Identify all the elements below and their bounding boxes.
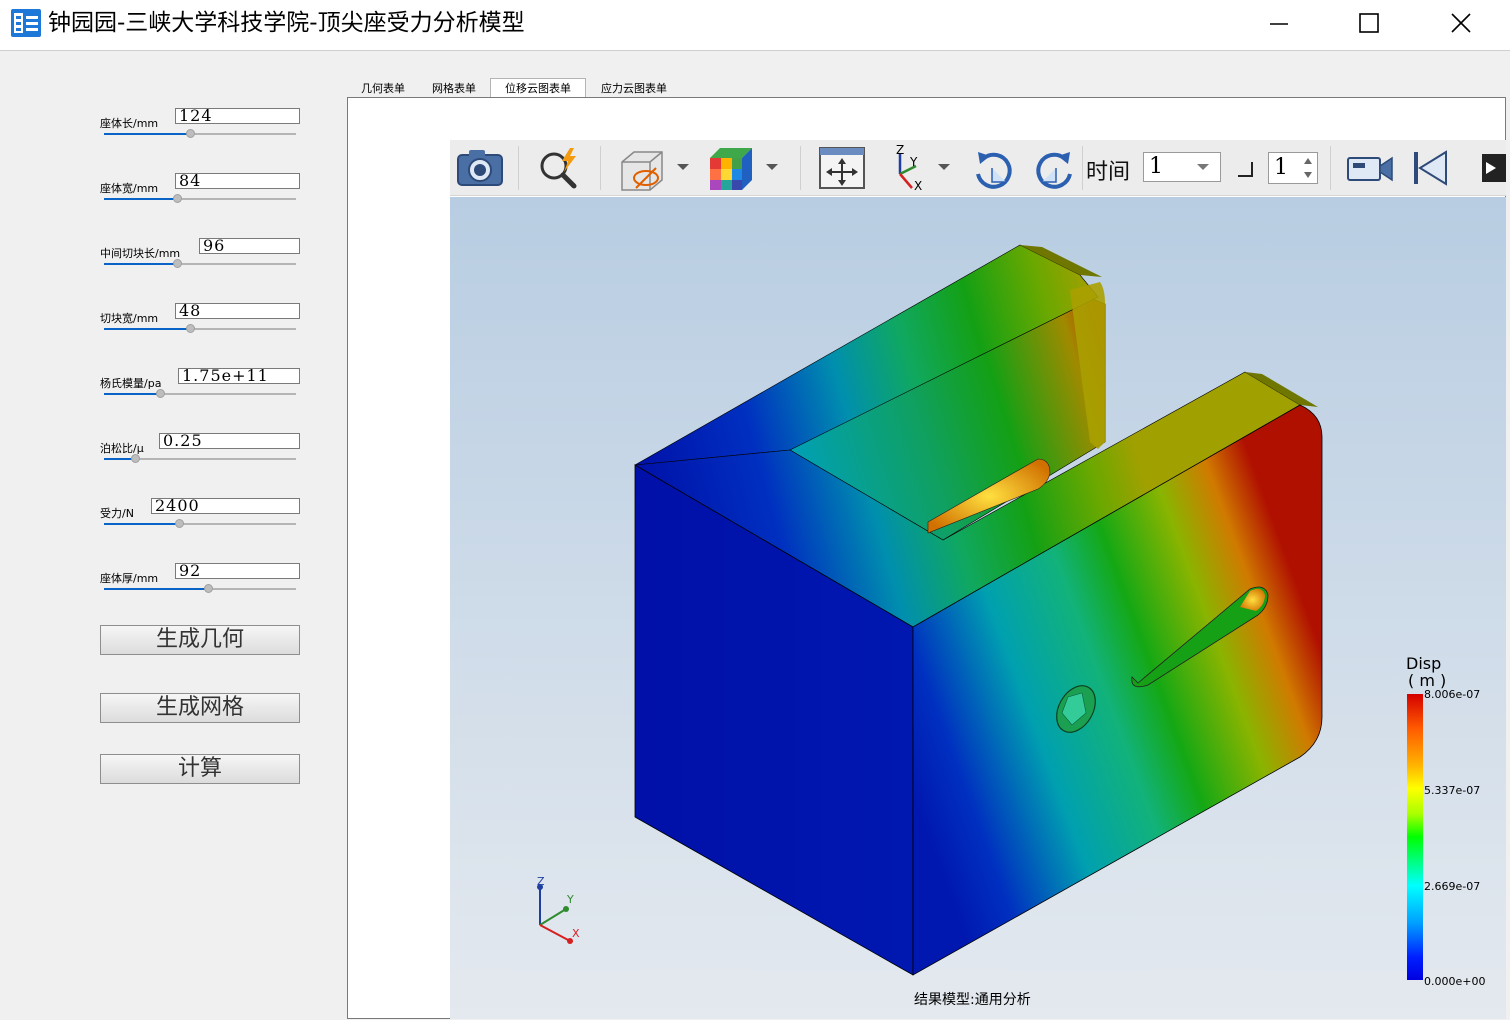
axes-icon[interactable]: Z Y X: [882, 144, 934, 192]
legend-color-bar: [1407, 694, 1423, 980]
axes-dropdown-arrow[interactable]: [938, 164, 950, 170]
seat-width-slider[interactable]: [104, 194, 296, 204]
maximize-button[interactable]: [1324, 0, 1414, 46]
minimize-icon: [1270, 23, 1288, 25]
step-value: 1: [1274, 155, 1288, 180]
force-slider[interactable]: [104, 519, 296, 529]
param-middle-cut-length: 中间切块长/mm 96: [98, 238, 302, 278]
param-youngs-modulus: 杨氏模量/pa 1.75e+11: [98, 368, 302, 408]
viewer-toolbar: Z Y X 时间 1 1: [450, 140, 1506, 196]
param-cut-width: 切块宽/mm 48: [98, 303, 302, 343]
camera-icon[interactable]: [454, 144, 506, 192]
force-input[interactable]: 2400: [151, 498, 300, 514]
fit-view-icon[interactable]: [816, 144, 868, 192]
param-force: 受力/N 2400: [98, 498, 302, 538]
middle-cut-length-input[interactable]: 96: [199, 238, 300, 254]
tab-displacement[interactable]: 位移云图表单: [490, 78, 586, 98]
seat-length-slider[interactable]: [104, 129, 296, 139]
quick-zoom-icon[interactable]: [532, 144, 586, 192]
render-viewport[interactable]: Z Y X Disp ( m ) 8.006e-07 5.337e-07 2.6…: [450, 197, 1506, 1019]
video-camera-icon[interactable]: [1344, 144, 1396, 192]
slider-thumb[interactable]: [172, 259, 182, 268]
close-icon: [1451, 13, 1471, 33]
legend-tick: 5.337e-07: [1424, 784, 1481, 797]
param-poisson-ratio: 泊松比/μ 0.25: [98, 433, 302, 473]
legend-unit: ( m ): [1408, 671, 1447, 690]
maximize-icon: [1359, 13, 1379, 33]
svg-text:X: X: [914, 179, 922, 192]
compute-button[interactable]: 计算: [100, 754, 300, 784]
result-model-caption: 结果模型:通用分析: [914, 992, 1031, 1008]
next-icon[interactable]: [1476, 144, 1506, 192]
toolbar-separator: [518, 146, 519, 190]
spin-arrows-icon[interactable]: [1303, 156, 1313, 180]
app-icon: [11, 9, 41, 37]
svg-text:Z: Z: [896, 144, 904, 157]
close-button[interactable]: [1416, 0, 1506, 46]
param-seat-width: 座体宽/mm 84: [98, 173, 302, 213]
seat-length-input[interactable]: 124: [175, 108, 300, 124]
color-dropdown-arrow[interactable]: [766, 164, 778, 170]
slider-thumb[interactable]: [174, 519, 184, 528]
legend-tick: 2.669e-07: [1424, 880, 1481, 893]
slider-thumb[interactable]: [186, 129, 196, 138]
time-select[interactable]: 1: [1143, 152, 1221, 182]
triad-x-label: X: [572, 927, 580, 940]
tab-mesh[interactable]: 网格表单: [423, 81, 485, 98]
triad-z-label: Z: [537, 875, 545, 888]
displacement-tab-panel: Z Y X 时间 1 1 Z Y X Disp (m) 8.006e-07 …: [347, 97, 1506, 1019]
seat-thickness-input[interactable]: 92: [175, 563, 300, 579]
legend-title: Disp: [1406, 654, 1442, 673]
time-label: 时间: [1086, 160, 1131, 185]
svg-text:Y: Y: [909, 155, 918, 169]
window-title: 钟园园-三峡大学科技学院-顶尖座受力分析模型: [48, 10, 525, 36]
param-seat-length: 座体长/mm 124: [98, 108, 302, 148]
tab-stress[interactable]: 应力云图表单: [592, 81, 676, 98]
slider-thumb[interactable]: [155, 389, 165, 398]
fea-model-render: Z Y X: [450, 197, 1506, 1019]
step-corner-icon: [1238, 162, 1253, 177]
seat-width-input[interactable]: 84: [175, 173, 300, 189]
poisson-ratio-slider[interactable]: [104, 454, 296, 464]
rotate-cw-icon[interactable]: [968, 144, 1018, 192]
toolbar-separator: [1082, 146, 1083, 190]
toolbar-separator: [800, 146, 801, 190]
title-bar: 钟园园-三峡大学科技学院-顶尖座受力分析模型: [0, 0, 1510, 46]
param-seat-thickness: 座体厚/mm 92: [98, 563, 302, 603]
rotate-ccw-icon[interactable]: [1030, 144, 1080, 192]
slider-thumb[interactable]: [130, 454, 140, 463]
slider-thumb[interactable]: [186, 324, 196, 333]
toolbar-separator: [1330, 146, 1331, 190]
cut-width-slider[interactable]: [104, 324, 296, 334]
legend-tick: 8.006e-07: [1424, 688, 1481, 701]
seat-thickness-slider[interactable]: [104, 584, 296, 594]
poisson-ratio-input[interactable]: 0.25: [159, 433, 300, 449]
tab-geometry[interactable]: 几何表单: [352, 81, 414, 98]
youngs-modulus-slider[interactable]: [104, 389, 296, 399]
first-frame-icon[interactable]: [1408, 144, 1452, 192]
triad-y-label: Y: [566, 893, 574, 906]
visibility-dropdown-arrow[interactable]: [677, 164, 689, 170]
slider-thumb[interactable]: [203, 584, 213, 593]
color-cube-icon[interactable]: [704, 144, 756, 192]
slider-thumb[interactable]: [172, 194, 182, 203]
toolbar-separator: [600, 146, 601, 190]
generate-mesh-button[interactable]: 生成网格: [100, 693, 300, 723]
visibility-box-icon[interactable]: [616, 144, 672, 192]
time-select-arrow[interactable]: [1197, 164, 1209, 170]
minimize-button[interactable]: [1234, 0, 1324, 46]
cut-width-input[interactable]: 48: [175, 303, 300, 319]
client-area: 座体长/mm 124 座体宽/mm 84 中间切块长/mm 96 切块宽/mm …: [0, 50, 1510, 1020]
step-spinbox[interactable]: 1: [1268, 152, 1318, 184]
legend-tick: 0.000e+00: [1424, 975, 1486, 988]
middle-cut-length-slider[interactable]: [104, 259, 296, 269]
youngs-modulus-input[interactable]: 1.75e+11: [178, 368, 300, 384]
generate-geometry-button[interactable]: 生成几何: [100, 625, 300, 655]
